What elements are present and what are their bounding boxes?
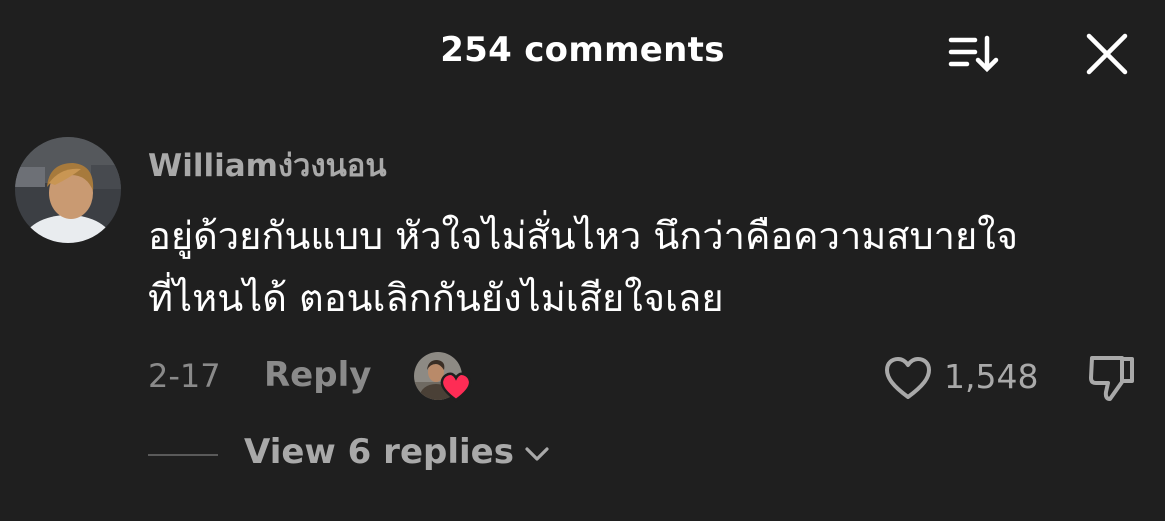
replies-divider [148, 454, 218, 456]
creator-liked-badge [414, 352, 478, 406]
comment-line: ที่ไหนได้ ตอนเลิกกันยังไม่เสียใจเลย [148, 276, 724, 320]
comment-date: 2-17 [148, 357, 221, 395]
close-icon [1086, 33, 1128, 75]
comment-username[interactable]: Williamง่วงนอน [148, 140, 387, 190]
sort-icon [948, 35, 999, 73]
like-button[interactable] [883, 355, 933, 401]
reply-button[interactable]: Reply [264, 355, 371, 395]
view-replies-button[interactable]: View 6 replies [244, 432, 550, 472]
sort-button[interactable] [945, 30, 1003, 78]
avatar[interactable] [15, 137, 121, 243]
like-count: 1,548 [944, 357, 1039, 396]
comment-line: อยู่ด้วยกันแบบ หัวใจไม่สั่นไหว นึกว่าคือ… [148, 214, 1019, 258]
heart-badge-icon [440, 372, 472, 402]
view-replies-label: View 6 replies [244, 432, 514, 472]
close-button[interactable] [1082, 30, 1132, 78]
heart-outline-icon [885, 357, 931, 399]
comment-text: อยู่ด้วยกันแบบ หัวใจไม่สั่นไหว นึกว่าคือ… [148, 205, 1138, 329]
dislike-button[interactable] [1086, 352, 1138, 404]
thumbs-down-icon [1089, 356, 1134, 401]
chevron-down-icon [525, 447, 549, 461]
